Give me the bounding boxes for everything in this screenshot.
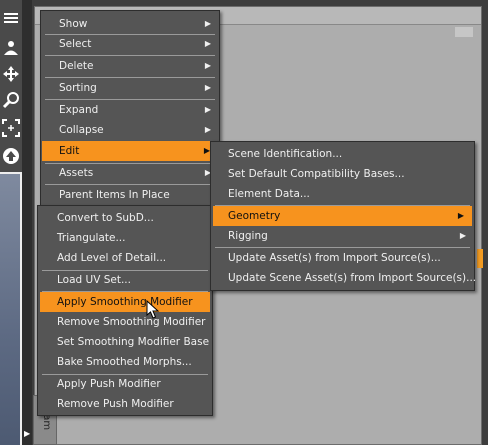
menu-item-select[interactable]: Select ▶ (41, 34, 219, 54)
menu-item-label: Rigging (228, 230, 268, 242)
move-arrows-icon[interactable] (1, 64, 21, 84)
menu-item-label: Load UV Set... (57, 274, 131, 286)
submenu-arrow-icon: ▶ (457, 211, 464, 220)
viewport-preview[interactable] (0, 172, 22, 445)
menu-item-triangulate[interactable]: Triangulate... (38, 228, 212, 248)
frame-icon[interactable] (1, 118, 21, 138)
menu-item-edit[interactable]: Edit ▶ (42, 141, 218, 161)
up-arrow-icon[interactable] (1, 146, 21, 166)
menu-item-label: Geometry (228, 210, 281, 222)
menu-item-label: Set Smoothing Modifier Base (57, 336, 210, 348)
scrollbar[interactable] (455, 27, 473, 37)
left-toolbar (0, 0, 22, 445)
submenu-arrow-icon: ▶ (204, 19, 211, 28)
selected-row-edge (477, 249, 483, 268)
zoom-icon[interactable] (1, 90, 21, 110)
submenu-arrow-icon: ▶ (204, 61, 211, 70)
menu-item-label: Apply Push Modifier (57, 378, 161, 390)
menu-item-show[interactable]: Show ▶ (41, 14, 219, 34)
menu-item-apply-smoothing-modifier[interactable]: Apply Smoothing Modifier (40, 292, 210, 312)
menu-item-update-scene-assets-from-import-sources[interactable]: Update Scene Asset(s) from Import Source… (211, 268, 477, 288)
menu-item-label: Expand (59, 104, 99, 116)
menu-item-sorting[interactable]: Sorting ▶ (41, 78, 219, 98)
menu-item-label: Element Data... (228, 188, 310, 200)
edit-submenu: Scene Identification... Set Default Comp… (210, 141, 477, 291)
list-icon[interactable] (1, 8, 21, 28)
mouse-pointer-icon (146, 299, 160, 320)
menu-item-label: Collapse (59, 124, 104, 136)
menu-item-delete[interactable]: Delete ▶ (41, 56, 219, 76)
menu-item-remove-push-modifier[interactable]: Remove Push Modifier (38, 394, 212, 414)
geometry-menu: Convert to SubD... Triangulate... Add Le… (37, 205, 213, 416)
menu-item-label: Scene Identification... (228, 148, 343, 160)
submenu-arrow-icon: ▶ (459, 231, 466, 240)
menu-item-bake-smoothed-morphs[interactable]: Bake Smoothed Morphs... (38, 352, 212, 372)
menu-item-label: Apply Smoothing Modifier (57, 296, 193, 308)
menu-item-parent-items-in-place[interactable]: Parent Items In Place (41, 185, 219, 205)
menu-item-label: Parent Items In Place (59, 189, 170, 201)
submenu-arrow-icon: ▶ (204, 105, 211, 114)
menu-item-label: Remove Push Modifier (57, 398, 174, 410)
menu-item-label: Bake Smoothed Morphs... (57, 356, 192, 368)
menu-item-label: Select (59, 38, 92, 50)
menu-item-label: Show (59, 18, 88, 30)
menu-item-element-data[interactable]: Element Data... (211, 184, 474, 204)
menu-item-label: Assets (59, 167, 94, 179)
submenu-arrow-icon: ▶ (204, 83, 211, 92)
menu-item-label: Triangulate... (57, 232, 126, 244)
menu-item-assets[interactable]: Assets ▶ (41, 163, 219, 183)
menu-item-label: Add Level of Detail... (57, 252, 167, 264)
menu-item-apply-push-modifier[interactable]: Apply Push Modifier (38, 374, 212, 394)
submenu-arrow-icon: ▶ (204, 39, 211, 48)
menu-item-label: Set Default Compatibility Bases... (228, 168, 405, 180)
menu-item-expand[interactable]: Expand ▶ (41, 100, 219, 120)
menu-item-label: Update Scene Asset(s) from Import Source… (228, 272, 477, 284)
menu-item-set-smoothing-modifier-base[interactable]: Set Smoothing Modifier Base (38, 332, 212, 352)
menu-item-rigging[interactable]: Rigging ▶ (211, 226, 474, 246)
menu-item-label: Update Asset(s) from Import Source(s)... (228, 252, 441, 264)
menu-item-add-level-of-detail[interactable]: Add Level of Detail... (38, 248, 212, 268)
menu-item-label: Remove Smoothing Modifier (57, 316, 206, 328)
expand-arrow-icon[interactable]: ▶ (24, 429, 30, 438)
tab-strip (22, 0, 32, 445)
menu-item-load-uv-set[interactable]: Load UV Set... (38, 270, 212, 290)
menu-item-label: Convert to SubD... (57, 212, 154, 224)
menu-item-collapse[interactable]: Collapse ▶ (41, 120, 219, 140)
context-menu: Show ▶ Select ▶ Delete ▶ Sorting ▶ Expan… (40, 10, 220, 206)
menu-item-label: Delete (59, 60, 94, 72)
menu-item-remove-smoothing-modifier[interactable]: Remove Smoothing Modifier (38, 312, 212, 332)
menu-item-label: Edit (59, 145, 80, 157)
menu-item-set-default-compatibility-bases[interactable]: Set Default Compatibility Bases... (211, 164, 474, 184)
user-move-icon[interactable] (1, 38, 21, 58)
menu-item-geometry[interactable]: Geometry ▶ (213, 206, 472, 226)
menu-item-convert-to-subd[interactable]: Convert to SubD... (38, 208, 212, 228)
menu-item-label: Sorting (59, 82, 97, 94)
submenu-arrow-icon: ▶ (204, 125, 211, 134)
menu-item-update-assets-from-import-sources[interactable]: Update Asset(s) from Import Source(s)... (211, 248, 474, 268)
menu-item-scene-identification[interactable]: Scene Identification... (211, 144, 474, 164)
